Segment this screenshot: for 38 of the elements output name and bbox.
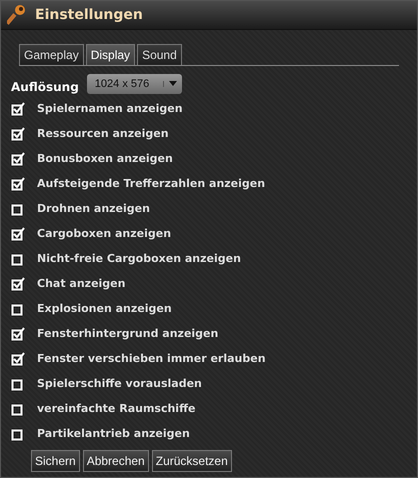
checkbox[interactable]: [11, 226, 25, 240]
option-label: Cargoboxen anzeigen: [37, 227, 172, 240]
option-label: Bonusboxen anzeigen: [37, 152, 173, 165]
action-button[interactable]: Zurücksetzen: [152, 450, 232, 472]
checkbox[interactable]: [11, 276, 25, 290]
option-label: Aufsteigende Trefferzahlen anzeigen: [37, 177, 266, 190]
option-label: Partikelantrieb anzeigen: [37, 427, 190, 440]
tab[interactable]: Display: [86, 44, 136, 65]
wrench-icon: [7, 4, 27, 26]
option-label: Ressourcen anzeigen: [37, 127, 169, 140]
checkbox[interactable]: [11, 252, 25, 266]
option-label: Spielernamen anzeigen: [37, 102, 183, 115]
action-button[interactable]: Abbrechen: [82, 450, 149, 472]
checkbox[interactable]: [11, 426, 25, 440]
option-label: vereinfachte Raumschiffe: [37, 402, 196, 415]
checkbox[interactable]: [11, 302, 25, 316]
option-label: Spielerschiffe vorausladen: [37, 377, 202, 390]
resolution-label: Auflösung: [11, 80, 79, 94]
tab[interactable]: Sound: [137, 44, 182, 65]
tab[interactable]: Gameplay: [19, 44, 84, 65]
checkbox[interactable]: [11, 402, 25, 416]
checkbox[interactable]: [11, 176, 25, 190]
checkbox[interactable]: [11, 326, 25, 340]
checkbox[interactable]: [11, 376, 25, 390]
checkbox[interactable]: [11, 152, 25, 166]
option-label: Fensterhintergrund anzeigen: [37, 327, 218, 340]
option-label: Nicht-freie Cargoboxen anzeigen: [37, 252, 241, 265]
checkbox[interactable]: [11, 352, 25, 366]
resolution-dropdown[interactable]: 1024 x 576: [86, 74, 182, 94]
option-label: Drohnen anzeigen: [37, 202, 150, 215]
checkbox[interactable]: [11, 126, 25, 140]
option-label: Chat anzeigen: [37, 277, 126, 290]
checkbox[interactable]: [11, 202, 25, 216]
option-label: Fenster verschieben immer erlauben: [37, 352, 266, 365]
option-label: Explosionen anzeigen: [37, 302, 172, 315]
window-title: Einstellungen: [35, 7, 143, 23]
action-button[interactable]: Sichern: [31, 450, 80, 472]
checkbox[interactable]: [11, 102, 25, 116]
